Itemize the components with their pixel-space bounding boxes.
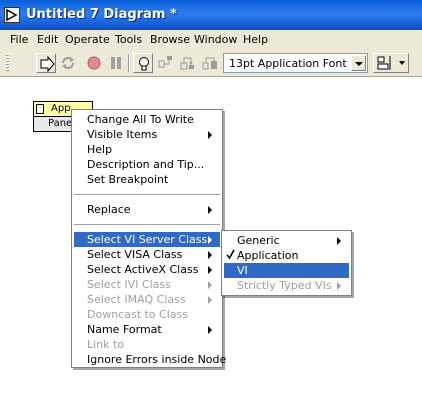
title-bar[interactable]: Untitled 7 Diagram * [0,0,422,30]
menu-item-label: Visible Items [87,128,158,141]
menu-separator [74,194,220,196]
menu-browse[interactable]: Browse [150,33,190,46]
pause-icon[interactable] [106,53,126,73]
run-continuously-icon[interactable] [58,53,78,73]
menu-item-downcast-to-class: Downcast to Class [74,307,220,322]
menu-item-label: Replace [87,203,131,216]
menu-item-label: Select IVI Class [87,278,171,291]
submenu-item-label: Strictly Typed VIs [237,279,332,292]
submenu-item-label: Application [237,249,299,262]
checkmark-icon [226,249,235,263]
menu-item-set-breakpoint[interactable]: Set Breakpoint [74,172,220,187]
menu-item-label: Name Format [87,323,162,336]
submenu-arrow-icon [208,206,212,214]
menu-item-select-vi-server-class[interactable]: Select VI Server Class [74,232,220,247]
submenu-item-label: VI [237,264,248,277]
toolbar-separator [128,54,130,72]
menu-operate[interactable]: Operate [65,33,110,46]
submenu-arrow-icon [208,251,212,259]
chevron-down-icon[interactable] [351,55,366,71]
menu-item-label: Description and Tip... [87,158,205,171]
menu-item-label: Ignore Errors inside Node [87,353,227,366]
menu-item-label: Select ActiveX Class [87,263,199,276]
menu-item-label: Select IMAQ Class [87,293,186,306]
submenu-arrow-icon [208,296,212,304]
menu-item-ignore-errors-inside-node[interactable]: Ignore Errors inside Node [74,352,226,367]
toolbar: 13pt Application Font [0,50,422,77]
menu-separator [74,224,220,226]
menu-item-label: Set Breakpoint [87,173,169,186]
submenu-arrow-icon [208,266,212,274]
menu-edit[interactable]: Edit [37,33,58,46]
submenu-arrow-icon [337,237,341,245]
menu-item-label: Select VI Server Class [87,233,208,246]
submenu-arrow-icon [208,326,212,334]
menu-item-select-visa-class[interactable]: Select VISA Class [74,247,220,262]
menu-item-select-imaq-class: Select IMAQ Class [74,292,220,307]
toolbar-grip[interactable] [6,54,9,72]
menu-item-replace[interactable]: Replace [74,202,220,217]
menu-item-label: Downcast to Class [87,308,188,321]
context-menu: Change All To Write Visible Items Help D… [71,109,226,368]
submenu-item-label: Generic [237,234,280,247]
menu-item-change-all-to-write[interactable]: Change All To Write [74,112,220,127]
menu-file[interactable]: File [10,33,28,46]
step-into-icon[interactable] [178,53,198,73]
submenu-item-application[interactable]: Application [224,248,349,263]
menu-item-visible-items[interactable]: Visible Items [74,127,220,142]
menu-tools[interactable]: Tools [115,33,142,46]
menu-item-select-ivi-class: Select IVI Class [74,277,220,292]
reference-terminal-icon [36,104,44,114]
menu-bar: File Edit Operate Tools Browse Window He… [0,30,422,50]
property-node-class-label: App [51,103,71,114]
submenu-item-strictly-typed-vis: Strictly Typed VIs [224,278,349,293]
menu-item-label: Link to [87,338,125,351]
submenu: Generic Application VI Strictly Typed VI… [221,230,352,296]
menu-item-help[interactable]: Help [74,142,220,157]
menu-item-label: Select VISA Class [87,248,183,261]
menu-item-label: Change All To Write [87,113,194,126]
submenu-item-generic[interactable]: Generic [224,233,349,248]
chevron-down-icon [399,61,405,65]
highlight-execution-icon[interactable] [133,53,153,73]
font-select-value: 13pt Application Font [229,57,347,70]
align-objects-button[interactable] [373,53,409,73]
menu-item-link-to: Link to [74,337,220,352]
menu-item-select-activex-class[interactable]: Select ActiveX Class [74,262,220,277]
submenu-arrow-icon [337,282,341,290]
submenu-arrow-icon [208,131,212,139]
menu-item-name-format[interactable]: Name Format [74,322,220,337]
submenu-item-vi[interactable]: VI [224,263,349,278]
menu-help[interactable]: Help [243,33,268,46]
submenu-arrow-icon [208,236,212,244]
retain-wire-values-icon[interactable] [156,53,176,73]
window-title: Untitled 7 Diagram * [26,7,177,22]
abort-icon[interactable] [84,53,104,73]
labview-app-icon[interactable] [4,7,20,23]
menu-item-description-and-tip[interactable]: Description and Tip... [74,157,220,172]
submenu-arrow-icon [208,281,212,289]
font-select[interactable]: 13pt Application Font [223,53,368,73]
menu-item-label: Help [87,143,113,156]
align-objects-icon [377,56,391,70]
step-over-icon[interactable] [200,53,220,73]
menu-window[interactable]: Window [194,33,237,46]
run-arrow-icon[interactable] [36,53,56,73]
